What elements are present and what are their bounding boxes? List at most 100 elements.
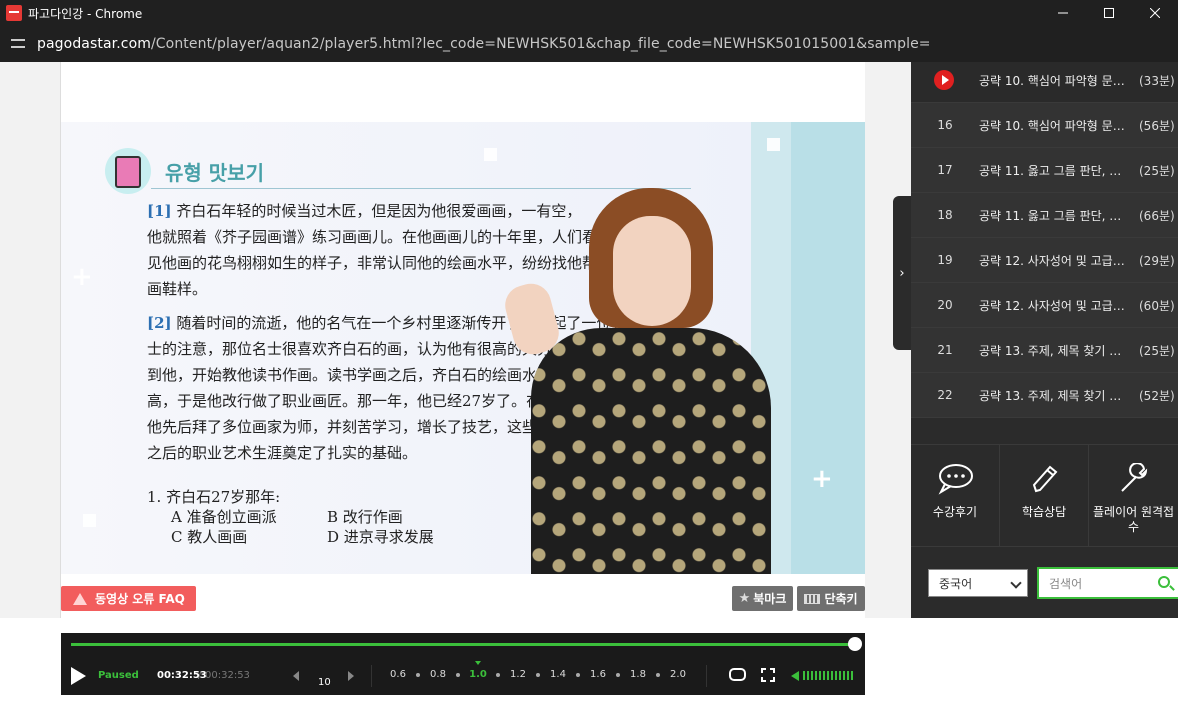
skip-back-button[interactable] <box>293 671 299 681</box>
now-playing-icon <box>934 70 954 90</box>
maximize-icon <box>1104 8 1114 18</box>
search-icon[interactable] <box>1158 576 1170 588</box>
playback-status: Paused <box>98 670 139 681</box>
faq-label: 동영상 오류 FAQ <box>95 592 185 606</box>
skip-forward-button[interactable] <box>348 671 354 681</box>
video-controls: Paused 00:32:53 / 00:32:53 10 0.6 0.8 1.0 1… <box>61 633 865 695</box>
instructor-image <box>500 188 811 574</box>
url-field[interactable]: pagodastar.com/Content/player/aquan2/pla… <box>37 36 931 52</box>
speed-option[interactable]: 1.4 <box>547 669 569 680</box>
lecture-title: 공략 10. 핵심어 파악형 문… <box>979 118 1125 133</box>
close-icon <box>1150 8 1160 18</box>
consult-label: 학습상담 <box>1021 505 1067 519</box>
speed-option[interactable]: 0.8 <box>427 669 449 680</box>
fullscreen-icon[interactable] <box>761 668 775 682</box>
lecture-duration: (66분) <box>1139 208 1175 223</box>
speed-option[interactable]: 1.2 <box>507 669 529 680</box>
app-logo-icon <box>6 5 22 21</box>
lecture-number: 19 <box>937 253 953 267</box>
chevron-right-icon: › <box>899 265 905 281</box>
speed-separator <box>496 672 500 677</box>
maximize-button[interactable] <box>1086 0 1132 26</box>
volume-slider[interactable] <box>803 671 855 680</box>
square-decoration <box>484 148 497 161</box>
sidebar-actions: 수강후기 학습상담 플레이어 원격접수 <box>911 444 1178 547</box>
speed-option[interactable]: 0.6 <box>387 669 409 680</box>
sidebar-toggle[interactable]: › <box>893 196 911 350</box>
report-label: 플레이어 원격접수 <box>1092 505 1175 534</box>
lecture-row[interactable]: 16 공략 10. 핵심어 파악형 문… (56분) <box>911 103 1178 148</box>
video-frame[interactable]: 유형 맛보기 [1] 齐白石年轻的时候当过木匠，但是因为他很爱画画，一有空， 他… <box>61 122 865 574</box>
speed-separator <box>616 672 620 677</box>
option-c: C 教人画画 <box>171 528 248 546</box>
lecture-duration: (29분) <box>1139 253 1175 268</box>
shortcut-button[interactable]: 단축키 <box>797 586 865 611</box>
address-bar: pagodastar.com/Content/player/aquan2/pla… <box>0 26 1178 62</box>
bookmark-button[interactable]: ★ 북마크 <box>732 586 793 611</box>
lecture-title: 공략 11. 옳고 그름 판단, … <box>979 163 1122 178</box>
progress-bar[interactable] <box>71 637 862 651</box>
url-path: /Content/player/aquan2/player5.html?lec_… <box>150 36 931 52</box>
lecture-number: 17 <box>937 163 953 177</box>
site-settings-icon[interactable] <box>9 35 27 53</box>
speed-separator <box>416 672 420 677</box>
star-icon: ★ <box>738 591 751 606</box>
lecture-title: 공략 12. 사자성어 및 고급… <box>979 253 1125 268</box>
para2-line-3: 到他，开始教他读书作画。读书学画之后，齐白石的绘画水平越来越 <box>147 366 598 384</box>
chat-bubble-icon <box>938 464 974 495</box>
bookmark-label: 북마크 <box>753 592 787 606</box>
repeat-icon[interactable] <box>729 668 746 681</box>
lecture-row[interactable]: 19 공략 12. 사자성어 및 고급… (29분) <box>911 238 1178 283</box>
window-titlebar: 파고다인강 - Chrome <box>0 0 1178 26</box>
square-decoration <box>767 138 780 151</box>
lecture-duration: (25분) <box>1139 163 1175 178</box>
para1-line-1: [1] 齐白石年轻的时候当过木匠，但是因为他很爱画画，一有空， <box>147 202 582 220</box>
para2-line-5: 他先后拜了多位画家为师，并刻苦学习，增长了技艺，这些为他 <box>147 418 568 436</box>
option-a: A 准备创立画派 <box>171 508 277 526</box>
para1-number: [1] <box>147 202 172 220</box>
url-host: pagodastar.com <box>37 36 151 52</box>
search-input[interactable]: 검색어 <box>1037 567 1178 599</box>
speed-separator <box>536 672 540 677</box>
lecture-row[interactable]: 18 공략 11. 옳고 그름 판단, … (66분) <box>911 193 1178 238</box>
lecture-row[interactable]: 22 공략 13. 주제, 제목 찾기 … (52분) <box>911 373 1178 418</box>
minimize-button[interactable] <box>1040 0 1086 26</box>
total-time: 00:32:53 <box>205 670 250 681</box>
lecture-list: 공략 10. 핵심어 파악형 문… (33분) 16 공략 10. 핵심어 파악형 문… <box>911 62 1178 440</box>
speed-option[interactable]: 1.0 <box>467 661 489 680</box>
lecture-row[interactable]: 17 공략 11. 옳고 그름 판단, … (25분) <box>911 148 1178 193</box>
lecture-duration: (33분) <box>1139 73 1175 88</box>
lecture-number: 16 <box>937 118 953 132</box>
speed-option[interactable]: 2.0 <box>667 669 689 680</box>
volume-icon[interactable] <box>791 671 799 681</box>
left-margin <box>0 62 61 618</box>
para2-number: [2] <box>147 314 172 332</box>
close-button[interactable] <box>1132 0 1178 26</box>
plus-decoration-icon: + <box>811 464 833 494</box>
consult-button[interactable]: 학습상담 <box>1000 445 1090 547</box>
search-placeholder: 검색어 <box>1049 576 1083 591</box>
wrench-icon <box>1120 463 1147 492</box>
video-error-faq-button[interactable]: 동영상 오류 FAQ <box>61 586 196 611</box>
lecture-title: 공략 10. 핵심어 파악형 문… <box>979 73 1125 88</box>
lecture-number: 21 <box>937 343 953 357</box>
lecture-row[interactable]: 21 공략 13. 주제, 제목 찾기 … (25분) <box>911 328 1178 373</box>
lecture-duration: (52분) <box>1139 388 1175 403</box>
top-white-area <box>61 62 865 122</box>
warning-icon <box>73 592 87 605</box>
language-select[interactable]: 중국어 <box>928 569 1028 597</box>
divider <box>706 665 707 687</box>
divider <box>371 665 372 687</box>
lecture-row-current[interactable]: 공략 10. 핵심어 파악형 문… (33분) <box>911 62 1178 103</box>
lecture-row[interactable]: 20 공략 12. 사자성어 및 고급… (60분) <box>911 283 1178 328</box>
progress-knob[interactable] <box>848 637 862 651</box>
speed-separator <box>656 672 660 677</box>
para2-line-6: 之后的职业艺术生涯奠定了扎实的基础。 <box>147 444 418 462</box>
review-button[interactable]: 수강후기 <box>911 445 1001 547</box>
play-button[interactable] <box>71 667 86 685</box>
speed-option[interactable]: 1.6 <box>587 669 609 680</box>
remote-report-button[interactable]: 플레이어 원격접수 <box>1089 445 1178 547</box>
speed-option[interactable]: 1.8 <box>627 669 649 680</box>
square-decoration <box>83 514 96 527</box>
speed-selector: 0.6 0.8 1.0 1.2 1.4 1.6 1.8 2.0 <box>387 661 689 680</box>
